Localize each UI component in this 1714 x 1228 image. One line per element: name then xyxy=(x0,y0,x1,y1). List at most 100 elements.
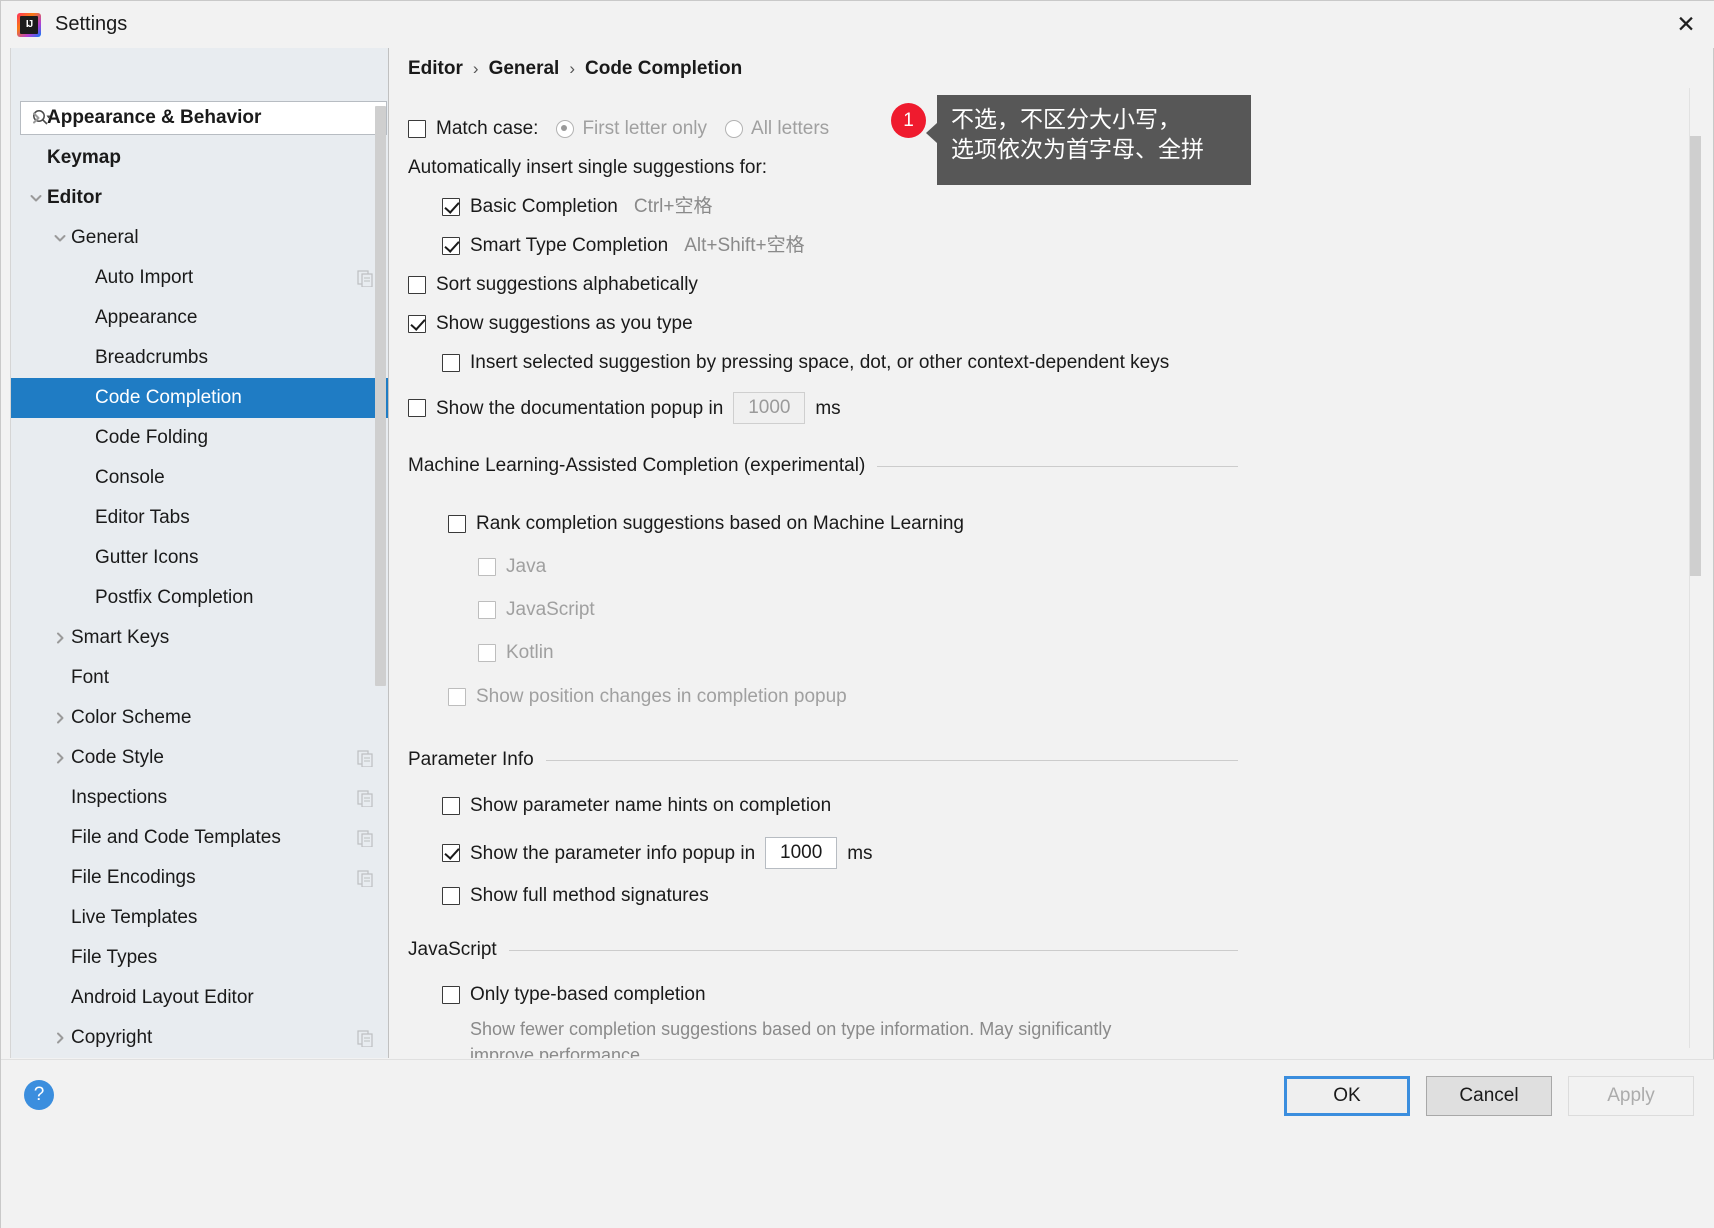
chevron-right-icon[interactable] xyxy=(49,631,71,645)
main-scrollbar-thumb[interactable] xyxy=(1690,136,1701,576)
sidebar-item-inspections[interactable]: Inspections xyxy=(11,778,388,818)
breadcrumb-editor[interactable]: Editor xyxy=(408,58,463,80)
ml-java-row: Java xyxy=(478,557,546,576)
sidebar-item-label: Live Templates xyxy=(71,907,198,928)
smart-type-completion-shortcut: Alt+Shift+空格 xyxy=(684,235,805,256)
sidebar-item-file-types[interactable]: File Types xyxy=(11,938,388,978)
type-based-completion-row: Only type-based completion xyxy=(442,985,706,1004)
breadcrumb: Editor › General › Code Completion xyxy=(408,58,742,80)
sidebar-item-auto-import[interactable]: Auto Import xyxy=(11,258,388,298)
insert-selected-row: Insert selected suggestion by pressing s… xyxy=(442,353,1169,372)
ml-javascript-row: JavaScript xyxy=(478,600,595,619)
chevron-right-icon: › xyxy=(472,59,479,78)
ml-javascript-checkbox[interactable] xyxy=(478,600,496,619)
settings-dialog: Settings ✕ Appearance & Behavior Keymap Ed… xyxy=(0,0,1714,1228)
sidebar-item-file-and-code-templates[interactable]: File and Code Templates xyxy=(11,818,388,858)
javascript-section-header: JavaScript xyxy=(408,939,1238,961)
help-icon[interactable]: ? xyxy=(24,1080,54,1110)
sort-alphabetically-row: Sort suggestions alphabetically xyxy=(408,275,698,294)
sidebar-scrollbar[interactable] xyxy=(375,106,386,686)
param-name-hints-checkbox[interactable] xyxy=(442,796,460,815)
annotation-line-1: 不选，不区分大小写， xyxy=(951,106,1181,132)
all-letters-label: All letters xyxy=(751,118,830,139)
sidebar-item-editor[interactable]: Editor xyxy=(11,178,388,218)
basic-completion-row: Basic Completion Ctrl+空格 xyxy=(442,197,713,216)
first-letter-only-radio[interactable] xyxy=(556,119,575,138)
ml-kotlin-row: Kotlin xyxy=(478,643,554,662)
settings-tree[interactable]: Appearance & Behavior Keymap Editor General… xyxy=(11,98,388,1058)
chevron-down-icon[interactable] xyxy=(25,191,47,205)
param-popup-delay-row: Show the parameter info popup in ms xyxy=(442,837,873,869)
chevron-right-icon[interactable] xyxy=(49,1031,71,1045)
param-popup-delay-checkbox[interactable] xyxy=(442,844,460,862)
sidebar-item-breadcrumbs[interactable]: Breadcrumbs xyxy=(11,338,388,378)
sidebar-item-console[interactable]: Console xyxy=(11,458,388,498)
match-case-row: Match case: First letter only All letter… xyxy=(408,119,829,138)
window-title: Settings xyxy=(55,13,128,35)
sidebar-item-code-completion[interactable]: Code Completion xyxy=(11,378,388,418)
ml-rank-checkbox[interactable] xyxy=(448,514,466,533)
breadcrumb-general[interactable]: General xyxy=(489,58,560,80)
title-bar: Settings ✕ xyxy=(1,1,1714,48)
sidebar-item-general[interactable]: General xyxy=(11,218,388,258)
all-letters-radio[interactable] xyxy=(725,119,744,138)
sidebar-item-label: Auto Import xyxy=(95,267,194,288)
basic-completion-checkbox[interactable] xyxy=(442,197,460,216)
param-name-hints-row: Show parameter name hints on completion xyxy=(442,796,831,815)
param-popup-delay-input[interactable] xyxy=(765,837,838,869)
sidebar-item-postfix-completion[interactable]: Postfix Completion xyxy=(11,578,388,618)
copy-settings-icon xyxy=(356,869,374,887)
annotation-line-2: 选项依次为首字母、全拼 xyxy=(951,136,1204,163)
chevron-right-icon[interactable] xyxy=(49,751,71,765)
close-icon[interactable]: ✕ xyxy=(1657,1,1714,48)
sidebar-item-file-encodings[interactable]: File Encodings xyxy=(11,858,388,898)
sort-alphabetically-checkbox[interactable] xyxy=(408,275,426,294)
sidebar-item-smart-keys[interactable]: Smart Keys xyxy=(11,618,388,658)
insert-selected-checkbox[interactable] xyxy=(442,353,460,372)
show-as-you-type-checkbox[interactable] xyxy=(408,314,426,333)
sidebar-item-label: Smart Keys xyxy=(71,627,170,648)
ml-position-changes-checkbox[interactable] xyxy=(448,687,466,706)
param-popup-delay-unit: ms xyxy=(847,842,873,864)
section-divider xyxy=(508,949,1238,951)
sidebar-item-copyright[interactable]: Copyright xyxy=(11,1018,388,1058)
parameter-info-section-header: Parameter Info xyxy=(408,749,1238,771)
sidebar-item-color-scheme[interactable]: Color Scheme xyxy=(11,698,388,738)
sidebar-item-label: Console xyxy=(95,467,165,488)
sidebar-item-label: General xyxy=(71,227,139,248)
smart-type-completion-checkbox[interactable] xyxy=(442,236,460,255)
doc-popup-checkbox[interactable] xyxy=(408,399,426,417)
section-divider xyxy=(545,759,1238,761)
ml-kotlin-checkbox[interactable] xyxy=(478,643,496,662)
ml-java-checkbox[interactable] xyxy=(478,557,496,576)
sidebar: Appearance & Behavior Keymap Editor General… xyxy=(10,48,389,1058)
ok-button[interactable]: OK xyxy=(1284,1076,1410,1116)
sidebar-item-label: Appearance & Behavior xyxy=(47,107,262,128)
sidebar-item-live-templates[interactable]: Live Templates xyxy=(11,898,388,938)
apply-button[interactable]: Apply xyxy=(1568,1076,1694,1116)
sidebar-item-appearance[interactable]: Appearance xyxy=(11,298,388,338)
sidebar-item-keymap[interactable]: Keymap xyxy=(11,138,388,178)
sidebar-item-android-layout-editor[interactable]: Android Layout Editor xyxy=(11,978,388,1018)
intellij-idea-icon xyxy=(17,12,41,37)
chevron-right-icon[interactable] xyxy=(25,111,47,125)
sidebar-item-font[interactable]: Font xyxy=(11,658,388,698)
type-based-completion-checkbox[interactable] xyxy=(442,985,460,1004)
sidebar-item-appearance-behavior[interactable]: Appearance & Behavior xyxy=(11,98,388,138)
sidebar-item-label: Editor Tabs xyxy=(95,507,190,528)
doc-popup-delay-input[interactable] xyxy=(733,392,806,424)
sidebar-item-label: File Types xyxy=(71,947,158,968)
full-signatures-label: Show full method signatures xyxy=(470,885,709,906)
chevron-right-icon[interactable] xyxy=(49,711,71,725)
sidebar-item-editor-tabs[interactable]: Editor Tabs xyxy=(11,498,388,538)
sidebar-item-code-folding[interactable]: Code Folding xyxy=(11,418,388,458)
sidebar-item-code-style[interactable]: Code Style xyxy=(11,738,388,778)
cancel-button[interactable]: Cancel xyxy=(1426,1076,1552,1116)
sidebar-item-gutter-icons[interactable]: Gutter Icons xyxy=(11,538,388,578)
ml-rank-label: Rank completion suggestions based on Mac… xyxy=(476,513,964,534)
full-signatures-checkbox[interactable] xyxy=(442,886,460,905)
insert-selected-label: Insert selected suggestion by pressing s… xyxy=(470,352,1170,373)
chevron-down-icon[interactable] xyxy=(49,231,71,245)
sidebar-item-label: Code Style xyxy=(71,747,164,768)
match-case-checkbox[interactable] xyxy=(408,119,426,138)
